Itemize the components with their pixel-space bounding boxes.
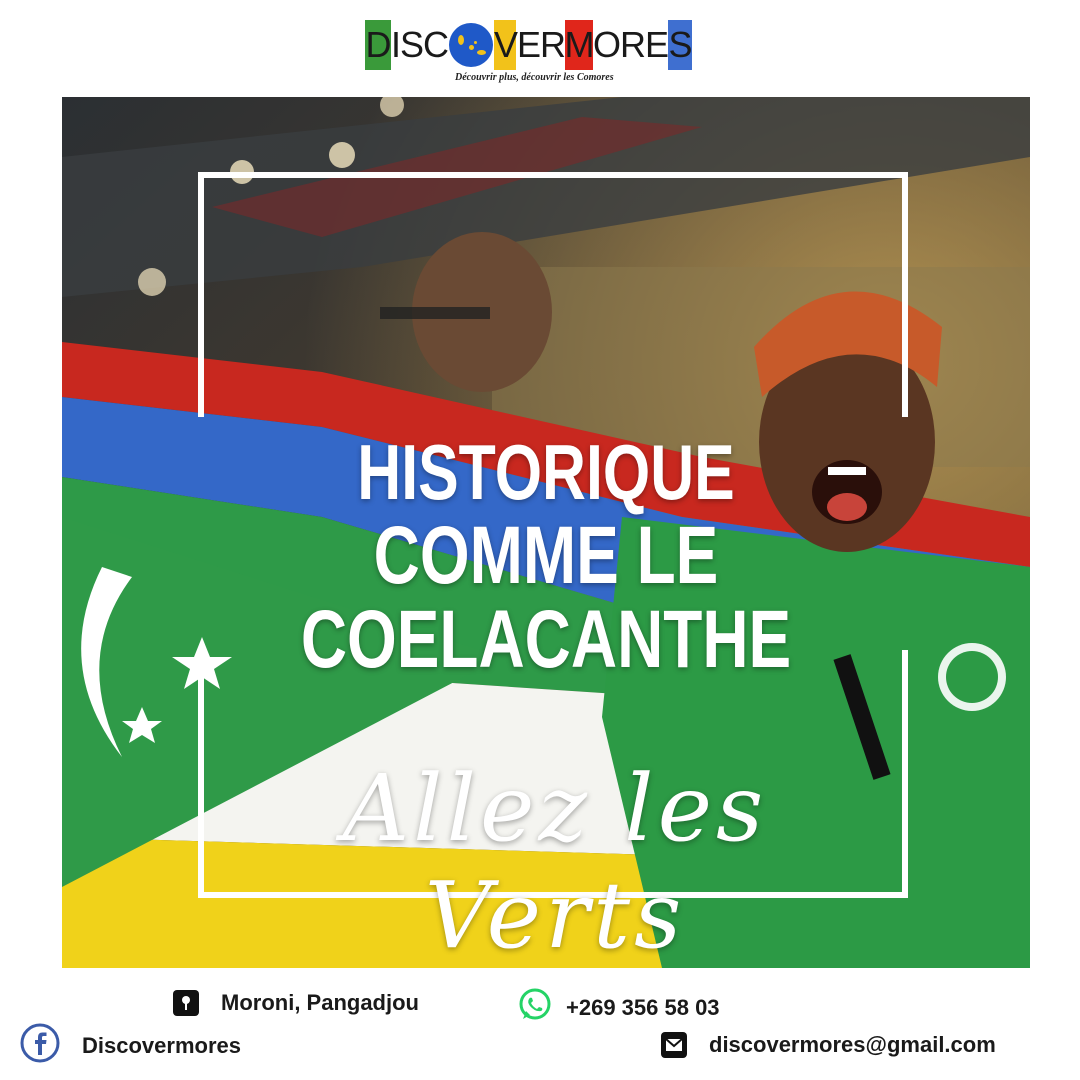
frame-left-lower bbox=[198, 650, 204, 898]
location-text: Moroni, Pangadjou bbox=[221, 990, 419, 1015]
location-contact: Moroni, Pangadjou bbox=[173, 990, 419, 1016]
facebook-contact[interactable]: Discovermores bbox=[20, 1023, 241, 1069]
logo-wordmark: D ISC VER M ORE S bbox=[365, 20, 693, 70]
globe-icon bbox=[449, 23, 494, 67]
frame-top bbox=[198, 172, 908, 178]
frame-right-upper bbox=[902, 172, 908, 417]
logo-tagline: Découvrir plus, découvrir les Comores bbox=[455, 72, 614, 83]
facebook-text: Discovermores bbox=[82, 1033, 241, 1058]
logo-letter-s: S bbox=[668, 20, 693, 70]
email-text: discovermores@gmail.com bbox=[709, 1032, 996, 1057]
frame-left-upper bbox=[198, 172, 204, 417]
facebook-icon bbox=[20, 1023, 60, 1069]
logo-letters-ore: ORE bbox=[593, 24, 669, 65]
discovermores-logo: D ISC VER M ORE S Découvrir plus, découv… bbox=[365, 20, 710, 92]
logo-letters-isc: ISC bbox=[391, 24, 449, 65]
whatsapp-icon bbox=[518, 988, 552, 1028]
headline-line-2: COMME LE COELACANTHE bbox=[300, 510, 792, 685]
map-pin-icon bbox=[173, 990, 199, 1016]
email-contact[interactable]: discovermores@gmail.com bbox=[661, 1032, 996, 1058]
logo-letter-m: M bbox=[565, 20, 595, 70]
logo-letter-d: D bbox=[365, 20, 392, 70]
frame-right-lower bbox=[902, 650, 908, 898]
logo-letters-ver: VER bbox=[494, 20, 566, 70]
script-slogan: Allez les Verts bbox=[342, 755, 768, 969]
phone-contact[interactable]: +269 356 58 03 bbox=[518, 988, 720, 1028]
headline-line-1: HISTORIQUE bbox=[357, 428, 735, 516]
headline: HISTORIQUE COMME LE COELACANTHE bbox=[62, 430, 1030, 682]
phone-text: +269 356 58 03 bbox=[566, 995, 720, 1020]
envelope-icon bbox=[661, 1032, 687, 1058]
